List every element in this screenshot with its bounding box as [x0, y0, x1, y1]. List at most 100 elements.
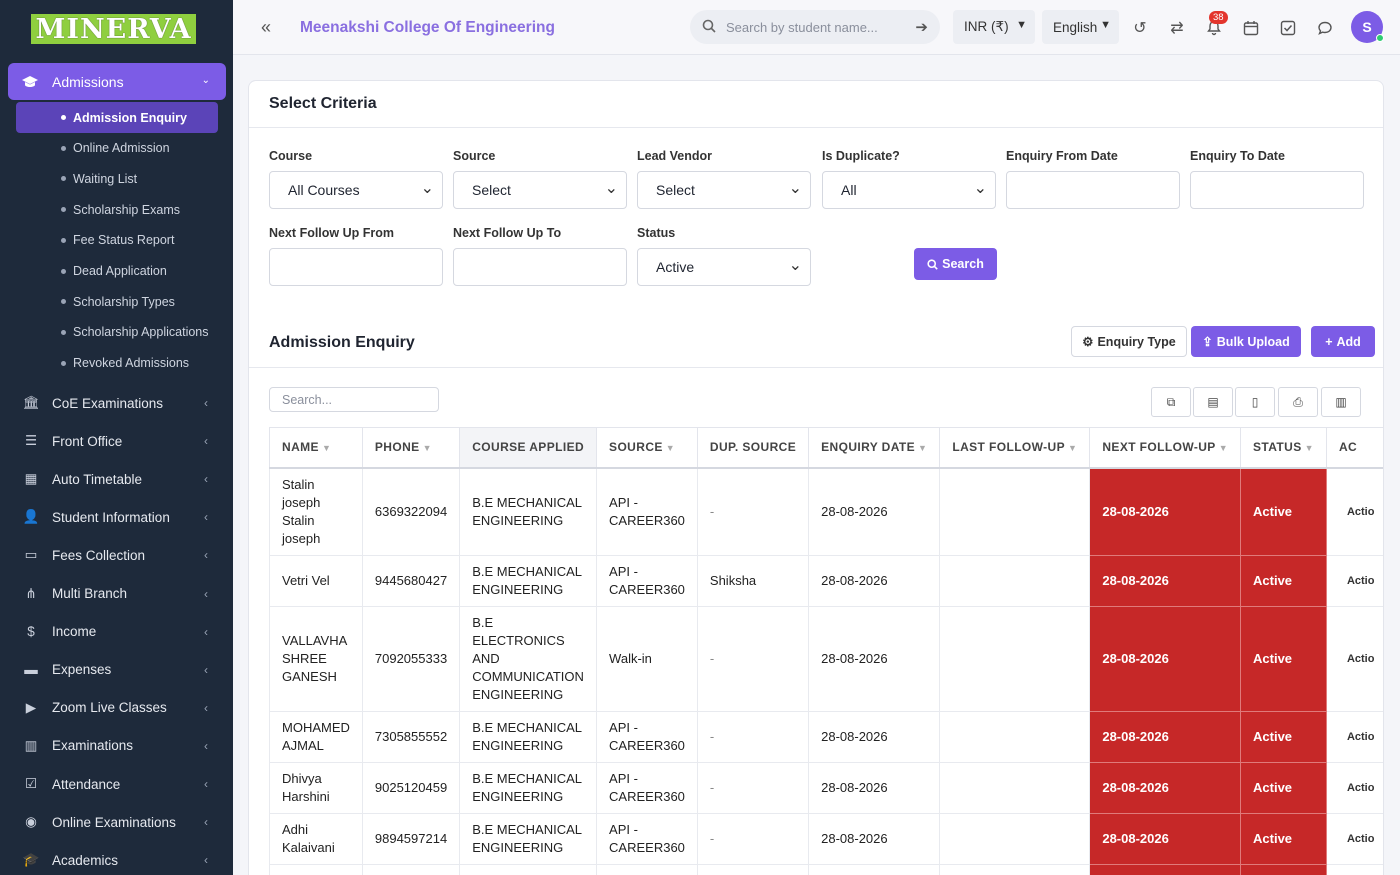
table-cell-dup: -	[696, 863, 810, 875]
sidebar-item[interactable]: ▶ Zoom Live Classes ‹	[8, 690, 226, 726]
column-header[interactable]: DUP. SOURCE	[696, 427, 810, 469]
copy-button[interactable]: ⧉	[1151, 387, 1191, 417]
field-label: Course	[269, 149, 313, 163]
table-row[interactable]: MOHAMED AJMAL 7305855552 B.E MECHANICAL EN…	[269, 710, 1383, 763]
column-header[interactable]: STATUS ▼	[1240, 427, 1327, 469]
sidebar-subitem[interactable]: Waiting List	[16, 163, 218, 194]
sidebar-item-label: Auto Timetable	[52, 471, 143, 487]
date-input[interactable]	[453, 248, 627, 286]
student-search-input[interactable]: Search by student name... ➔	[690, 10, 940, 44]
sidebar-subitem[interactable]: Scholarship Types	[16, 286, 218, 317]
criteria-select[interactable]: Active ⌄	[637, 248, 811, 286]
enquiry-type-button[interactable]: ⚙ Enquiry Type	[1071, 326, 1187, 357]
column-header[interactable]: NAME ▼	[269, 427, 363, 469]
top-header: « Meenakshi College Of Engineering Searc…	[233, 0, 1400, 55]
sidebar-item[interactable]: 👤 Student Information ‹	[8, 499, 226, 535]
swap-icon[interactable]: ⇄	[1167, 18, 1187, 38]
search-button[interactable]: Search	[914, 248, 997, 280]
chevron-down-icon: ⌄	[973, 180, 987, 197]
sidebar-subitem[interactable]: Fee Status Report	[16, 225, 218, 256]
date-input[interactable]	[269, 248, 443, 286]
task-check-icon[interactable]	[1278, 18, 1298, 38]
table-cell-action[interactable]: Actio	[1325, 863, 1383, 875]
chevron-left-icon: ‹	[204, 662, 208, 677]
sidebar-subitem[interactable]: Admission Enquiry	[16, 102, 218, 133]
table-cell-action[interactable]: Actio	[1325, 812, 1383, 865]
table-cell-name: Adhi Kalaivani	[269, 812, 363, 865]
column-header[interactable]: COURSE APPLIED	[459, 427, 598, 469]
sidebar-subitem[interactable]: Online Admission	[16, 133, 218, 164]
table-cell-enq_date: 28-08-2026	[808, 863, 941, 875]
criteria-select[interactable]: Select ⌄	[453, 171, 627, 209]
table-cell-action[interactable]: Actio	[1325, 467, 1383, 556]
date-input[interactable]	[1006, 171, 1180, 209]
column-header-label: DUP. SOURCE	[709, 440, 797, 455]
table-cell-course: B.E MECHANICAL ENGINEERING	[459, 467, 598, 556]
table-cell-phone: 9025120459	[361, 761, 461, 814]
sidebar-item-label: Student Information	[52, 509, 170, 525]
criteria-select[interactable]: All Courses ⌄	[269, 171, 443, 209]
table-cell-dup: -	[696, 605, 810, 712]
table-row[interactable]: Vetri Vel 9445680427 B.E MECHANICAL ENGINE…	[269, 554, 1383, 607]
sidebar-item[interactable]: ☰ Front Office ‹	[8, 423, 226, 459]
table-cell-action[interactable]: Actio	[1325, 761, 1383, 814]
chevron-left-icon: ‹	[204, 396, 208, 410]
sidebar-item[interactable]: 🎓 Academics ‹	[8, 842, 226, 875]
sidebar-item[interactable]: ☑ Attendance ‹	[8, 766, 226, 802]
currency-select[interactable]: INR (₹) ▼	[953, 10, 1035, 44]
table-cell-course: B.E MECHANICAL ENGINEERING	[459, 761, 598, 814]
column-header[interactable]: PHONE ▼	[361, 427, 461, 469]
column-header[interactable]: ENQUIRY DATE ▼	[808, 427, 941, 469]
chevron-left-icon: ‹	[204, 624, 208, 639]
excel-export-button[interactable]: ▤	[1193, 387, 1233, 417]
table-row[interactable]: Dhivya Harshini 9025120459 B.E MECHANICAL …	[269, 761, 1383, 814]
column-header[interactable]: LAST FOLLOW-UP ▼	[939, 427, 1091, 469]
sidebar-subitem[interactable]: Scholarship Applications	[16, 317, 218, 348]
sidebar-item[interactable]: ▬ Expenses ‹	[8, 652, 226, 688]
criteria-select[interactable]: Select ⌄	[637, 171, 811, 209]
sidebar-item[interactable]: $ Income ‹	[8, 614, 226, 650]
sidebar-subitem[interactable]: Scholarship Exams	[16, 194, 218, 225]
pdf-export-button[interactable]: ▯	[1235, 387, 1275, 417]
column-header[interactable]: AC	[1325, 427, 1383, 469]
sidebar-item[interactable]: ▭ Fees Collection ‹	[8, 537, 226, 573]
search-placeholder: Search by student name...	[726, 19, 878, 35]
table-cell-action[interactable]: Actio	[1325, 605, 1383, 712]
date-input[interactable]	[1190, 171, 1364, 209]
print-button[interactable]: ⎙	[1278, 387, 1318, 417]
field-label: Is Duplicate?	[822, 149, 900, 163]
sidebar-item[interactable]: ◉ Online Examinations ‹	[8, 804, 226, 840]
table-row[interactable]: Adhi Kalaivani 9894597214 B.E MECHANICAL E…	[269, 812, 1383, 865]
sidebar-item-label: Examinations	[52, 738, 134, 754]
calendar-icon[interactable]	[1241, 18, 1261, 38]
column-header-label: NAME	[282, 440, 319, 455]
add-button[interactable]: + Add	[1311, 326, 1375, 357]
table-cell-action[interactable]: Actio	[1325, 554, 1383, 607]
collapse-sidebar-icon[interactable]: «	[261, 17, 271, 38]
column-header[interactable]: NEXT FOLLOW-UP ▼	[1089, 427, 1242, 469]
sidebar-subitem[interactable]: Revoked Admissions	[16, 348, 218, 379]
table-cell-source: API -	[596, 863, 698, 875]
language-select[interactable]: English ▼	[1042, 10, 1119, 44]
table-cell-course: B.E MECHANICAL ENGINEERING	[459, 554, 598, 607]
column-header[interactable]: SOURCE ▼	[596, 427, 698, 469]
sidebar-item[interactable]: 🏛 CoE Examinations ‹	[8, 385, 226, 421]
table-cell-last	[939, 863, 1091, 875]
table-search-input[interactable]: Search...	[269, 387, 439, 412]
table-cell-action[interactable]: Actio	[1325, 710, 1383, 763]
column-visibility-button[interactable]: ▥	[1321, 387, 1361, 417]
table-row[interactable]: Stalin joseph Stalin joseph 6369322094 B.E…	[269, 467, 1383, 556]
calendar-check-icon: ☑	[24, 776, 38, 791]
sidebar-item[interactable]: ▦ Auto Timetable ‹	[8, 461, 226, 497]
table-row[interactable]: Meenakshi9941265643B.E MECHANICAL ENGINE…	[269, 863, 1383, 875]
chat-icon[interactable]	[1315, 18, 1335, 38]
sidebar-item[interactable]: ⋔ Multi Branch ‹	[8, 576, 226, 612]
sidebar-subitem[interactable]: Dead Application	[16, 256, 218, 287]
sidebar-item-admissions[interactable]: Admissions ⌄	[8, 63, 226, 100]
table-row[interactable]: VALLAVHA SHREE GANESH 7092055333 B.E ELECT…	[269, 605, 1383, 712]
bulk-upload-button[interactable]: ⇪ Bulk Upload	[1191, 326, 1301, 357]
history-icon[interactable]: ↺	[1130, 18, 1150, 38]
arrow-right-icon[interactable]: ➔	[915, 18, 928, 36]
sidebar-item[interactable]: ▥ Examinations ‹	[8, 728, 226, 764]
criteria-select[interactable]: All ⌄	[822, 171, 996, 209]
